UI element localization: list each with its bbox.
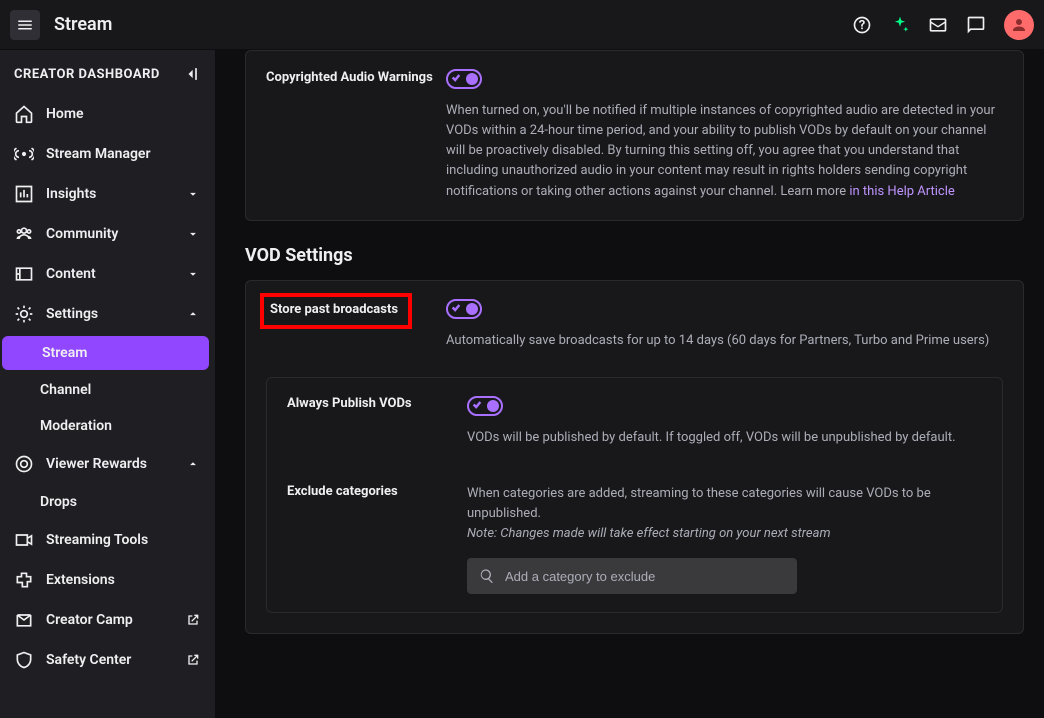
exclude-category-input-wrapper[interactable] [467, 558, 797, 594]
sidebar-item-stream-manager[interactable]: Stream Manager [0, 134, 215, 174]
streaming-tools-icon [14, 530, 34, 550]
sidebar-title: CREATOR DASHBOARD [14, 67, 160, 82]
exclude-categories-note: Note: Changes made will take effect star… [467, 526, 831, 541]
user-avatar[interactable] [1004, 10, 1034, 40]
vod-settings-card: Store past broadcasts Automatically save… [245, 280, 1024, 635]
sidebar-item-insights[interactable]: Insights [0, 174, 215, 214]
vod-settings-title: VOD Settings [245, 245, 1024, 266]
chevron-down-icon [185, 186, 201, 202]
sidebar-item-channel[interactable]: Channel [0, 372, 215, 408]
content-icon [14, 264, 34, 284]
sidebar: CREATOR DASHBOARD Home Stream Manager In… [0, 50, 215, 718]
sidebar-item-streaming-tools[interactable]: Streaming Tools [0, 520, 215, 560]
copyrighted-audio-card: Copyrighted Audio Warnings When turned o… [245, 50, 1024, 221]
sidebar-item-stream[interactable]: Stream [2, 336, 209, 370]
nav-label: Channel [40, 382, 91, 398]
exclude-categories-description: When categories are added, streaming to … [467, 484, 982, 544]
sparkle-button[interactable] [890, 15, 910, 35]
chevron-down-icon [185, 226, 201, 242]
community-icon [14, 224, 34, 244]
toggle-knob [466, 73, 478, 85]
avatar-icon [1010, 16, 1028, 34]
always-publish-label: Always Publish VODs [287, 396, 467, 411]
stream-manager-icon [14, 144, 34, 164]
collapse-sidebar-button[interactable] [181, 64, 201, 84]
toggle-knob [466, 303, 478, 315]
nav-label: Viewer Rewards [46, 456, 147, 472]
exclude-category-input[interactable] [505, 569, 785, 584]
nav-label: Stream [42, 345, 87, 361]
nav-label: Drops [40, 494, 77, 510]
sidebar-item-drops[interactable]: Drops [0, 484, 215, 520]
extensions-icon [14, 570, 34, 590]
creator-camp-icon [14, 610, 34, 630]
sidebar-item-extensions[interactable]: Extensions [0, 560, 215, 600]
store-past-broadcasts-toggle[interactable] [446, 299, 482, 319]
hamburger-icon [16, 16, 34, 34]
external-link-icon [185, 652, 201, 668]
sidebar-item-home[interactable]: Home [0, 94, 215, 134]
inbox-button[interactable] [928, 15, 948, 35]
nav-label: Creator Camp [46, 612, 133, 628]
nav-label: Home [46, 106, 84, 122]
store-past-broadcasts-description: Automatically save broadcasts for up to … [446, 331, 1003, 351]
vod-inner-card: Always Publish VODs VODs will be publish… [266, 377, 1003, 614]
help-article-link[interactable]: in this Help Article [849, 184, 954, 199]
whisper-icon [966, 15, 986, 35]
sidebar-item-safety-center[interactable]: Safety Center [0, 640, 215, 680]
nav-label: Community [46, 226, 118, 242]
chevron-down-icon [185, 266, 201, 282]
sidebar-item-creator-camp[interactable]: Creator Camp [0, 600, 215, 640]
check-icon [451, 301, 461, 316]
nav-label: Content [46, 266, 96, 282]
copyrighted-audio-description: When turned on, you'll be notified if mu… [446, 101, 1003, 202]
toggle-knob [487, 400, 499, 412]
sidebar-item-content[interactable]: Content [0, 254, 215, 294]
chevron-up-icon [185, 306, 201, 322]
check-icon [472, 398, 482, 413]
nav-label: Streaming Tools [46, 532, 148, 548]
whisper-button[interactable] [966, 15, 986, 35]
rewards-icon [14, 454, 34, 474]
nav-label: Moderation [40, 418, 112, 434]
external-link-icon [185, 612, 201, 628]
chevron-up-icon [185, 456, 201, 472]
hamburger-menu[interactable] [10, 10, 40, 40]
copyrighted-audio-label: Copyrighted Audio Warnings [266, 69, 446, 87]
always-publish-toggle[interactable] [467, 396, 503, 416]
topbar-actions [852, 10, 1034, 40]
content-area: Copyrighted Audio Warnings When turned o… [215, 50, 1044, 718]
search-icon [479, 568, 495, 584]
shield-icon [14, 650, 34, 670]
sparkle-icon [890, 15, 910, 35]
store-past-broadcasts-label: Store past broadcasts [270, 302, 398, 317]
sidebar-item-moderation[interactable]: Moderation [0, 408, 215, 444]
nav-label: Safety Center [46, 652, 131, 668]
collapse-icon [181, 64, 201, 84]
nav-label: Extensions [46, 572, 115, 588]
sidebar-item-viewer-rewards[interactable]: Viewer Rewards [0, 444, 215, 484]
insights-icon [14, 184, 34, 204]
sidebar-item-settings[interactable]: Settings [0, 294, 215, 334]
sidebar-item-community[interactable]: Community [0, 214, 215, 254]
copyrighted-audio-toggle[interactable] [446, 69, 482, 89]
check-icon [451, 72, 461, 87]
help-icon [852, 15, 872, 35]
help-button[interactable] [852, 15, 872, 35]
nav-label: Settings [46, 306, 98, 322]
exclude-categories-label: Exclude categories [287, 484, 467, 499]
page-title: Stream [54, 14, 112, 35]
home-icon [14, 104, 34, 124]
nav-label: Insights [46, 186, 96, 202]
topbar: Stream [0, 0, 1044, 50]
always-publish-description: VODs will be published by default. If to… [467, 428, 982, 448]
inbox-icon [928, 15, 948, 35]
gear-icon [14, 304, 34, 324]
highlight-annotation: Store past broadcasts [260, 293, 412, 329]
sidebar-header: CREATOR DASHBOARD [0, 50, 215, 94]
nav-label: Stream Manager [46, 146, 151, 162]
